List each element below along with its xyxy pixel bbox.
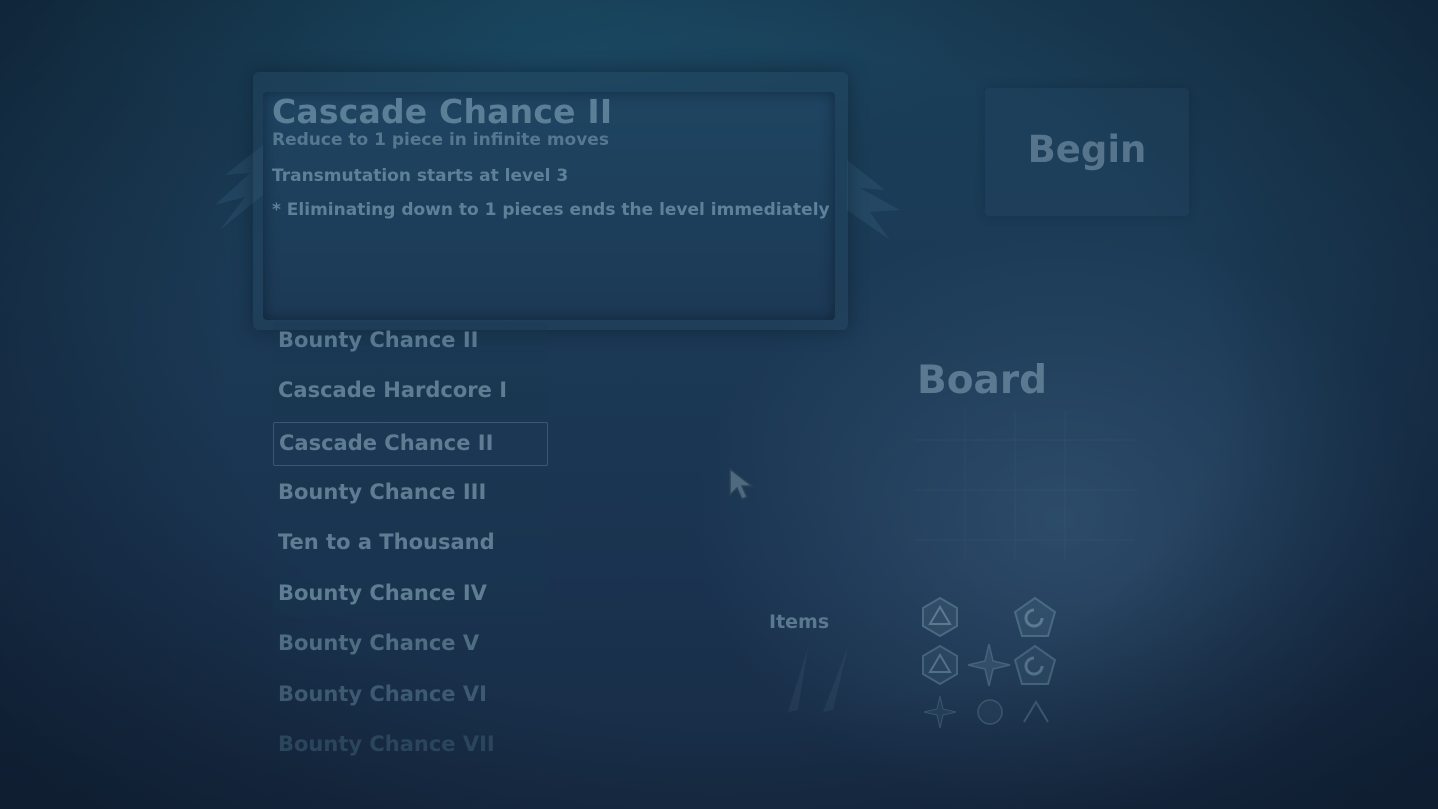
- circle-rune-icon[interactable]: [972, 694, 1008, 730]
- list-item-label: Bounty Chance III: [278, 480, 487, 504]
- list-item[interactable]: Bounty Chance V: [273, 623, 548, 667]
- begin-button[interactable]: Begin: [985, 88, 1189, 216]
- level-list[interactable]: Bounty Chance II Cascade Hardcore I Casc…: [273, 322, 548, 772]
- list-item[interactable]: Ten to a Thousand: [273, 522, 548, 566]
- triangle-rune-icon[interactable]: [919, 596, 961, 638]
- list-item[interactable]: Bounty Chance VII: [273, 724, 548, 768]
- mouse-cursor-icon: [729, 467, 755, 500]
- begin-button-label: Begin: [1027, 127, 1147, 171]
- list-item[interactable]: Bounty Chance IV: [273, 573, 548, 617]
- list-item-label: Bounty Chance IV: [278, 581, 487, 605]
- list-item-label: Bounty Chance V: [278, 631, 480, 655]
- list-item-label: Bounty Chance II: [278, 328, 479, 352]
- cross-rune-icon[interactable]: [922, 694, 958, 730]
- list-item[interactable]: Bounty Chance VI: [273, 674, 548, 718]
- board-title: Board: [917, 358, 1047, 403]
- arrow-rune-icon[interactable]: [1018, 694, 1054, 730]
- list-item[interactable]: Cascade Hardcore I: [273, 370, 548, 414]
- list-item-label: Cascade Hardcore I: [278, 378, 508, 402]
- items-label: Items: [769, 611, 830, 633]
- tooltip-subtitle: Reduce to 1 piece in infinite moves: [272, 130, 609, 150]
- quill-ornament-icon: [788, 647, 848, 712]
- list-item[interactable]: Bounty Chance II: [273, 322, 548, 362]
- tooltip-line-transmutation: Transmutation starts at level 3: [272, 166, 569, 186]
- tooltip-title: Cascade Chance II: [272, 92, 613, 131]
- triangle-rune-icon[interactable]: [919, 644, 961, 686]
- swirl-rune-icon[interactable]: [1012, 596, 1058, 640]
- board-grid: [915, 410, 1135, 560]
- swirl-rune-icon[interactable]: [1012, 644, 1058, 688]
- tooltip-line-elimination: * Eliminating down to 1 pieces ends the …: [272, 200, 830, 220]
- right-wing-ornament-icon: [847, 160, 900, 240]
- list-item-label: Cascade Chance II: [279, 431, 494, 455]
- cross-rune-icon[interactable]: [966, 642, 1012, 688]
- list-item[interactable]: Bounty Chance III: [273, 472, 548, 516]
- list-item-selected[interactable]: Cascade Chance II: [273, 422, 548, 466]
- list-item-label: Bounty Chance VI: [278, 682, 487, 706]
- list-item-label: Ten to a Thousand: [278, 530, 495, 554]
- list-item-label: Bounty Chance VII: [278, 732, 495, 756]
